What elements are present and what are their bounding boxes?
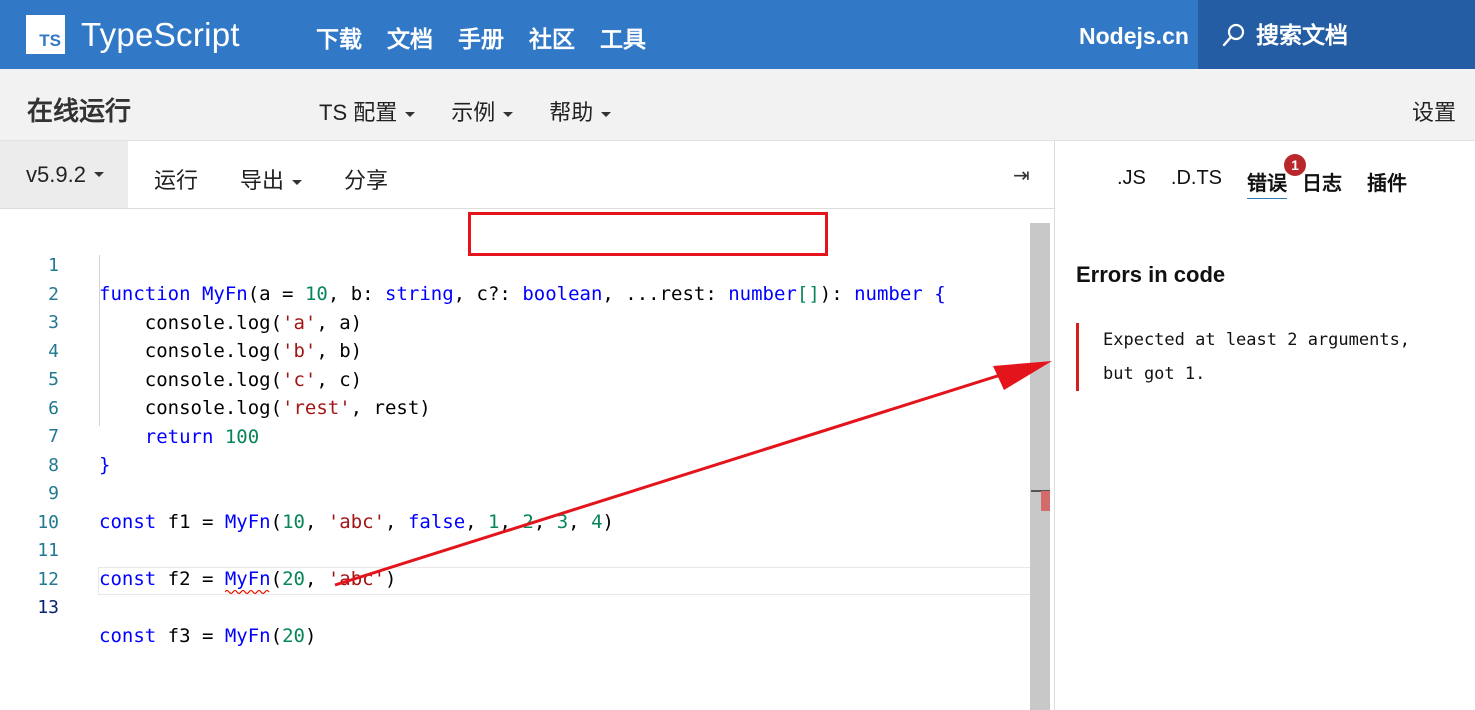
help-label: 帮助: [549, 100, 594, 125]
error-text-line: but got 1.: [1103, 364, 1206, 384]
code-text: const f3 = MyFn(20): [99, 625, 317, 647]
playground-menu: TS 配置 示例 帮助: [319, 95, 612, 127]
panel-divider[interactable]: [1054, 141, 1055, 710]
examples-label: 示例: [451, 100, 496, 125]
nav-link-download[interactable]: 下载: [316, 20, 362, 54]
search-label: 搜索文档: [1256, 21, 1348, 48]
code-line: 12: [0, 538, 59, 590]
ts-logo-icon: TS: [26, 15, 65, 54]
version-select[interactable]: v5.9.2: [0, 141, 128, 208]
code-line: 11 const f2 = MyFn(20, 'abc'): [0, 509, 396, 590]
line-number: 13: [37, 597, 59, 618]
chevron-down-icon: [93, 172, 104, 177]
nodejs-link[interactable]: Nodejs.cn: [1079, 23, 1189, 50]
settings-link[interactable]: 设置: [1412, 95, 1456, 127]
nav-link-community[interactable]: 社区: [529, 20, 575, 54]
chevron-down-icon: [601, 111, 612, 117]
tab-errors[interactable]: 错误: [1247, 167, 1288, 199]
code-line: 2 console.log('a', a): [0, 253, 362, 334]
nav-link-docs[interactable]: 文档: [387, 20, 433, 54]
scrollbar-error-marker: [1041, 491, 1050, 511]
tab-logs[interactable]: 日志: [1302, 167, 1342, 199]
search-icon: [1222, 23, 1246, 47]
top-nav: TS TypeScript 下载 文档 手册 社区 工具 Nodejs.cn 搜…: [0, 0, 1475, 69]
code-text: return 100: [144, 426, 260, 448]
version-label: v5.9.2: [26, 161, 86, 187]
search-docs-button[interactable]: 搜索文档: [1198, 0, 1475, 69]
error-count-badge: 1: [1284, 154, 1306, 176]
code-line: 8: [0, 424, 59, 476]
export-label: 导出: [240, 168, 285, 193]
help-menu[interactable]: 帮助: [549, 95, 612, 127]
typescript-logo[interactable]: TS TypeScript: [26, 15, 240, 54]
nav-link-tools[interactable]: 工具: [600, 20, 646, 54]
code-line: 1 function MyFn(a = 10, b: string, c?: b…: [0, 224, 945, 305]
code-line: 10: [0, 481, 59, 533]
run-button[interactable]: 运行: [154, 163, 198, 195]
code-text: console.log('b', b): [99, 340, 363, 362]
code-line: 13 const f3 = MyFn(20): [0, 566, 316, 647]
ts-config-menu[interactable]: TS 配置: [319, 95, 416, 127]
export-menu[interactable]: 导出: [240, 163, 303, 195]
code-editor[interactable]: 1 function MyFn(a = 10, b: string, c?: b…: [0, 209, 1054, 710]
errors-title: Errors in code: [1076, 262, 1226, 287]
code-text: function MyFn(a = 10, b: string, c?: boo…: [99, 283, 946, 305]
error-squiggle: [225, 589, 270, 595]
error-message[interactable]: Expected at least 2 arguments, but got 1…: [1076, 323, 1456, 391]
code-line: 9 const f1 = MyFn(10, 'abc', false, 1, 2…: [0, 452, 614, 533]
nav-link-handbook[interactable]: 手册: [458, 20, 504, 54]
code-text: }: [99, 454, 111, 476]
tab-dts[interactable]: .D.TS: [1171, 167, 1222, 199]
examples-menu[interactable]: 示例: [451, 95, 514, 127]
chevron-down-icon: [503, 111, 514, 117]
playground-bar: 在线运行 TS 配置 示例 帮助 设置: [0, 69, 1475, 141]
brand-name: TypeScript: [81, 15, 240, 53]
editor-scrollbar[interactable]: [1030, 223, 1050, 710]
code-text: console.log('a', a): [99, 312, 363, 334]
error-text-line: Expected at least 2 arguments,: [1103, 330, 1411, 350]
code-line: 4 console.log('c', c): [0, 310, 362, 391]
code-line: 3 console.log('b', b): [0, 281, 362, 362]
code-text: const f1 = MyFn(10, 'abc', false, 1, 2, …: [99, 511, 614, 533]
tab-plugins[interactable]: 插件: [1367, 167, 1407, 199]
output-tabs: .JS .D.TS 错误 日志 插件: [1117, 167, 1407, 199]
chevron-down-icon: [292, 179, 303, 185]
tab-js[interactable]: .JS: [1117, 167, 1146, 199]
collapse-panel-icon[interactable]: ⇥: [1013, 163, 1030, 188]
code-text: console.log('rest', rest): [99, 397, 431, 419]
editor-actions: 运行 导出 分享: [154, 163, 388, 195]
code-line: 5 console.log('rest', rest): [0, 338, 431, 419]
ts-config-label: TS 配置: [319, 100, 398, 125]
chevron-down-icon: [405, 111, 416, 117]
code-line: 6 return 100: [0, 367, 259, 448]
annotation-highlight-box: [468, 212, 828, 256]
code-line: 7 }: [0, 395, 110, 476]
editor-toolbar: v5.9.2 运行 导出 分享 ⇥: [0, 141, 1054, 209]
page-title: 在线运行: [27, 96, 132, 126]
main-nav: 下载 文档 手册 社区 工具: [316, 20, 646, 54]
share-button[interactable]: 分享: [344, 163, 388, 195]
code-text: console.log('c', c): [99, 369, 363, 391]
